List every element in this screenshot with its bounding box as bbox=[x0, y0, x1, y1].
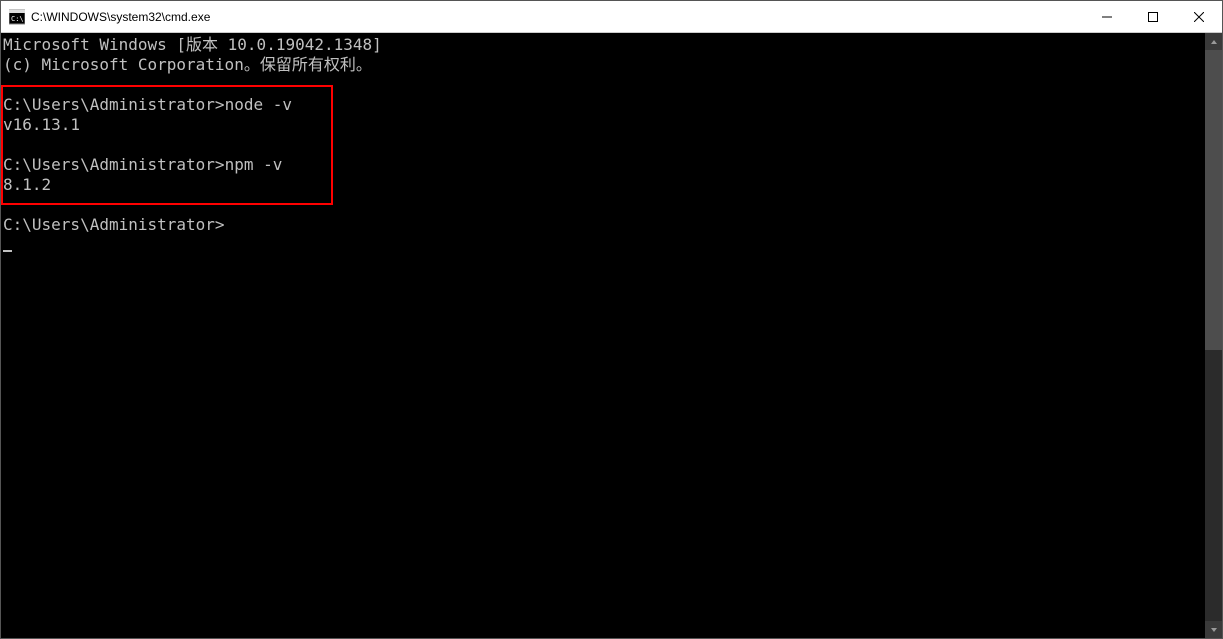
console-area[interactable]: Microsoft Windows [版本 10.0.19042.1348] (… bbox=[1, 33, 1205, 638]
svg-text:C:\: C:\ bbox=[11, 15, 24, 23]
console-cmd-1: node -v bbox=[225, 95, 292, 114]
console-output-2: 8.1.2 bbox=[3, 175, 51, 194]
scroll-thumb[interactable] bbox=[1205, 50, 1222, 350]
minimize-button[interactable] bbox=[1084, 1, 1130, 32]
console-header-line2: (c) Microsoft Corporation。保留所有权利。 bbox=[3, 55, 372, 74]
window-controls bbox=[1084, 1, 1222, 32]
console-output-1: v16.13.1 bbox=[3, 115, 80, 134]
cursor bbox=[3, 250, 12, 252]
console-cmd-2: npm -v bbox=[225, 155, 283, 174]
console-prompt-1: C:\Users\Administrator> bbox=[3, 95, 225, 114]
scroll-track[interactable] bbox=[1205, 50, 1222, 621]
scroll-up-button[interactable] bbox=[1205, 33, 1222, 50]
maximize-button[interactable] bbox=[1130, 1, 1176, 32]
console-prompt-2: C:\Users\Administrator> bbox=[3, 155, 225, 174]
vertical-scrollbar[interactable] bbox=[1205, 33, 1222, 638]
cmd-icon: C:\ bbox=[9, 9, 25, 25]
console-header-line1: Microsoft Windows [版本 10.0.19042.1348] bbox=[3, 35, 382, 54]
console-area-wrap: Microsoft Windows [版本 10.0.19042.1348] (… bbox=[1, 33, 1222, 638]
cmd-window: C:\ C:\WINDOWS\system32\cmd.exe Microsof… bbox=[0, 0, 1223, 639]
scroll-down-button[interactable] bbox=[1205, 621, 1222, 638]
console-prompt-3: C:\Users\Administrator> bbox=[3, 215, 225, 234]
window-title: C:\WINDOWS\system32\cmd.exe bbox=[31, 10, 1084, 24]
close-button[interactable] bbox=[1176, 1, 1222, 32]
titlebar[interactable]: C:\ C:\WINDOWS\system32\cmd.exe bbox=[1, 1, 1222, 33]
